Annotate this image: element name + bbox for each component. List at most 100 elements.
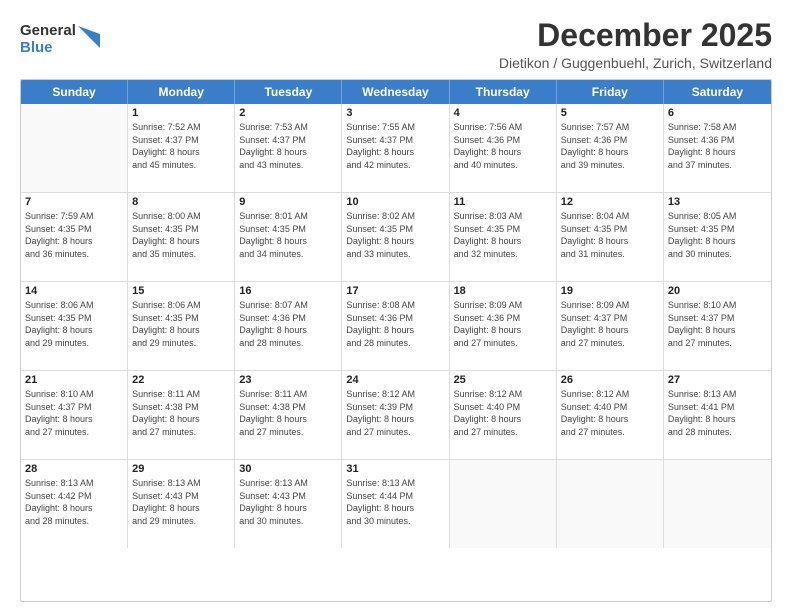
day-info: Sunrise: 7:52 AMSunset: 4:37 PMDaylight:… <box>132 121 230 171</box>
day-info: Sunrise: 8:09 AMSunset: 4:37 PMDaylight:… <box>561 299 659 349</box>
day-info: Sunrise: 8:13 AMSunset: 4:42 PMDaylight:… <box>25 477 123 527</box>
calendar-cell: 5Sunrise: 7:57 AMSunset: 4:36 PMDaylight… <box>557 104 664 192</box>
calendar-row-2: 14 Sunrise: 8:06 AMSunset: 4:35 PMDayligh… <box>21 282 771 371</box>
logo: General Blue <box>20 22 100 57</box>
calendar-row-3: 21 Sunrise: 8:10 AMSunset: 4:37 PMDayligh… <box>21 371 771 460</box>
day-info: Sunrise: 7:55 AMSunset: 4:37 PMDaylight:… <box>346 121 444 171</box>
calendar-cell: 19 Sunrise: 8:09 AMSunset: 4:37 PMDayligh… <box>557 282 664 370</box>
calendar-cell: 13 Sunrise: 8:05 AMSunset: 4:35 PMDayligh… <box>664 193 771 281</box>
day-info: Sunrise: 8:02 AMSunset: 4:35 PMDaylight:… <box>346 210 444 260</box>
calendar-header: Sunday Monday Tuesday Wednesday Thursday… <box>21 80 771 104</box>
day-info: Sunrise: 8:05 AMSunset: 4:35 PMDaylight:… <box>668 210 767 260</box>
day-number: 20 <box>668 285 767 297</box>
calendar-cell: 23Sunrise: 8:11 AMSunset: 4:38 PMDayligh… <box>235 371 342 459</box>
day-info: Sunrise: 8:13 AMSunset: 4:41 PMDaylight:… <box>668 388 767 438</box>
calendar-cell: 15 Sunrise: 8:06 AMSunset: 4:35 PMDayligh… <box>128 282 235 370</box>
calendar: Sunday Monday Tuesday Wednesday Thursday… <box>20 79 772 602</box>
calendar-cell: 27Sunrise: 8:13 AMSunset: 4:41 PMDayligh… <box>664 371 771 459</box>
day-number: 22 <box>132 374 230 386</box>
day-number: 30 <box>239 463 337 475</box>
day-number: 2 <box>239 107 337 119</box>
calendar-cell: 11Sunrise: 8:03 AMSunset: 4:35 PMDayligh… <box>450 193 557 281</box>
day-info: Sunrise: 8:11 AMSunset: 4:38 PMDaylight:… <box>132 388 230 438</box>
page: General Blue December 2025 Dietikon / Gu… <box>0 0 792 612</box>
calendar-cell: 28Sunrise: 8:13 AMSunset: 4:42 PMDayligh… <box>21 460 128 548</box>
day-number: 21 <box>25 374 123 386</box>
day-info: Sunrise: 8:00 AMSunset: 4:35 PMDaylight:… <box>132 210 230 260</box>
day-info: Sunrise: 8:12 AMSunset: 4:40 PMDaylight:… <box>454 388 552 438</box>
day-info: Sunrise: 8:13 AMSunset: 4:43 PMDaylight:… <box>239 477 337 527</box>
day-number: 9 <box>239 196 337 208</box>
day-number: 29 <box>132 463 230 475</box>
logo-general: General <box>20 22 76 39</box>
day-info: Sunrise: 7:57 AMSunset: 4:36 PMDaylight:… <box>561 121 659 171</box>
day-number: 24 <box>346 374 444 386</box>
day-number: 4 <box>454 107 552 119</box>
day-number: 1 <box>132 107 230 119</box>
day-number: 17 <box>346 285 444 297</box>
day-info: Sunrise: 7:53 AMSunset: 4:37 PMDaylight:… <box>239 121 337 171</box>
calendar-cell: 31 Sunrise: 8:13 AMSunset: 4:44 PMDayligh… <box>342 460 449 548</box>
day-number: 3 <box>346 107 444 119</box>
calendar-cell: 20 Sunrise: 8:10 AMSunset: 4:37 PMDayligh… <box>664 282 771 370</box>
calendar-row-1: 7 Sunrise: 7:59 AMSunset: 4:35 PMDaylight… <box>21 193 771 282</box>
calendar-cell: 18Sunrise: 8:09 AMSunset: 4:36 PMDayligh… <box>450 282 557 370</box>
location: Dietikon / Guggenbuehl, Zurich, Switzerl… <box>499 55 772 71</box>
day-info: Sunrise: 7:56 AMSunset: 4:36 PMDaylight:… <box>454 121 552 171</box>
title-block: December 2025 Dietikon / Guggenbuehl, Zu… <box>499 18 772 71</box>
calendar-cell: 4 Sunrise: 7:56 AMSunset: 4:36 PMDaylight… <box>450 104 557 192</box>
day-number: 10 <box>346 196 444 208</box>
day-number: 11 <box>454 196 552 208</box>
calendar-cell: 3 Sunrise: 7:55 AMSunset: 4:37 PMDaylight… <box>342 104 449 192</box>
day-info: Sunrise: 8:10 AMSunset: 4:37 PMDaylight:… <box>25 388 123 438</box>
calendar-body: 1 Sunrise: 7:52 AMSunset: 4:37 PMDaylight… <box>21 104 771 548</box>
calendar-row-0: 1 Sunrise: 7:52 AMSunset: 4:37 PMDaylight… <box>21 104 771 193</box>
day-number: 23 <box>239 374 337 386</box>
calendar-cell <box>21 104 128 192</box>
weekday-thursday: Thursday <box>450 80 557 104</box>
day-info: Sunrise: 7:59 AMSunset: 4:35 PMDaylight:… <box>25 210 123 260</box>
day-info: Sunrise: 8:07 AMSunset: 4:36 PMDaylight:… <box>239 299 337 349</box>
day-number: 19 <box>561 285 659 297</box>
header: General Blue December 2025 Dietikon / Gu… <box>20 18 772 71</box>
weekday-friday: Friday <box>557 80 664 104</box>
day-info: Sunrise: 8:09 AMSunset: 4:36 PMDaylight:… <box>454 299 552 349</box>
calendar-cell: 24 Sunrise: 8:12 AMSunset: 4:39 PMDayligh… <box>342 371 449 459</box>
day-info: Sunrise: 8:10 AMSunset: 4:37 PMDaylight:… <box>668 299 767 349</box>
weekday-sunday: Sunday <box>21 80 128 104</box>
calendar-cell: 9 Sunrise: 8:01 AMSunset: 4:35 PMDaylight… <box>235 193 342 281</box>
day-number: 16 <box>239 285 337 297</box>
calendar-cell: 16 Sunrise: 8:07 AMSunset: 4:36 PMDayligh… <box>235 282 342 370</box>
weekday-saturday: Saturday <box>664 80 771 104</box>
calendar-cell: 22 Sunrise: 8:11 AMSunset: 4:38 PMDayligh… <box>128 371 235 459</box>
calendar-cell: 30 Sunrise: 8:13 AMSunset: 4:43 PMDayligh… <box>235 460 342 548</box>
day-number: 6 <box>668 107 767 119</box>
calendar-cell: 2 Sunrise: 7:53 AMSunset: 4:37 PMDaylight… <box>235 104 342 192</box>
calendar-cell: 12Sunrise: 8:04 AMSunset: 4:35 PMDayligh… <box>557 193 664 281</box>
calendar-cell: 26 Sunrise: 8:12 AMSunset: 4:40 PMDayligh… <box>557 371 664 459</box>
calendar-cell: 1 Sunrise: 7:52 AMSunset: 4:37 PMDaylight… <box>128 104 235 192</box>
calendar-cell <box>557 460 664 548</box>
day-info: Sunrise: 7:58 AMSunset: 4:36 PMDaylight:… <box>668 121 767 171</box>
day-info: Sunrise: 8:08 AMSunset: 4:36 PMDaylight:… <box>346 299 444 349</box>
calendar-row-4: 28Sunrise: 8:13 AMSunset: 4:42 PMDayligh… <box>21 460 771 548</box>
calendar-cell <box>450 460 557 548</box>
day-info: Sunrise: 8:12 AMSunset: 4:39 PMDaylight:… <box>346 388 444 438</box>
logo-blue: Blue <box>20 39 76 56</box>
day-number: 7 <box>25 196 123 208</box>
day-number: 13 <box>668 196 767 208</box>
calendar-cell: 10 Sunrise: 8:02 AMSunset: 4:35 PMDayligh… <box>342 193 449 281</box>
day-number: 12 <box>561 196 659 208</box>
day-info: Sunrise: 8:13 AMSunset: 4:44 PMDaylight:… <box>346 477 444 527</box>
day-number: 8 <box>132 196 230 208</box>
day-number: 14 <box>25 285 123 297</box>
day-info: Sunrise: 8:06 AMSunset: 4:35 PMDaylight:… <box>132 299 230 349</box>
day-info: Sunrise: 8:12 AMSunset: 4:40 PMDaylight:… <box>561 388 659 438</box>
calendar-cell: 14Sunrise: 8:06 AMSunset: 4:35 PMDayligh… <box>21 282 128 370</box>
calendar-cell: 8 Sunrise: 8:00 AMSunset: 4:35 PMDaylight… <box>128 193 235 281</box>
day-number: 26 <box>561 374 659 386</box>
day-number: 31 <box>346 463 444 475</box>
day-info: Sunrise: 8:01 AMSunset: 4:35 PMDaylight:… <box>239 210 337 260</box>
day-number: 15 <box>132 285 230 297</box>
logo-arrow-icon <box>78 26 100 48</box>
